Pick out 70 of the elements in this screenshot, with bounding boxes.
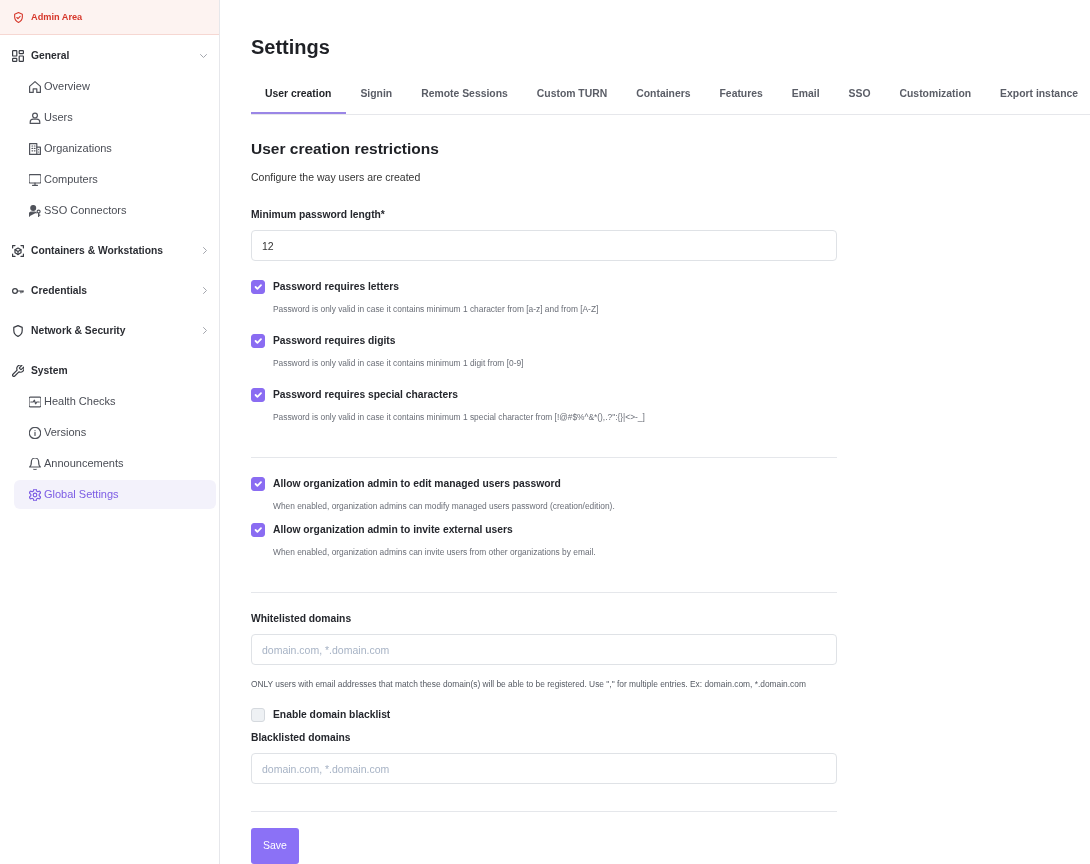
info-icon bbox=[29, 426, 41, 439]
sidebar-item[interactable]: Overview bbox=[14, 72, 216, 101]
grid-icon bbox=[12, 49, 24, 62]
checkbox[interactable] bbox=[251, 477, 265, 491]
checkbox-label: Password requires digits bbox=[273, 334, 397, 348]
admin-area-label: Admin Area bbox=[31, 11, 83, 23]
sidebar-item[interactable]: Users bbox=[14, 103, 216, 132]
checkbox-label: Enable domain blacklist bbox=[273, 708, 391, 722]
tab[interactable]: Custom TURN bbox=[522, 73, 622, 114]
checkbox[interactable] bbox=[251, 523, 265, 537]
checkbox-label: Allow organization admin to invite external users bbox=[273, 523, 514, 537]
bell-icon bbox=[29, 457, 41, 470]
checkbox[interactable] bbox=[251, 334, 265, 348]
tab[interactable]: Containers bbox=[621, 73, 705, 114]
settings-icon bbox=[29, 488, 41, 501]
checkbox-description: Password is only valid in case it contains minimum 1 character from [a-z] and from [A-Z] bbox=[273, 303, 599, 315]
sidebar-section-header[interactable]: Network & Security bbox=[0, 315, 219, 346]
user-key-icon bbox=[29, 204, 41, 217]
field-label: Minimum password length* bbox=[251, 208, 386, 222]
sidebar-item[interactable]: Computers bbox=[14, 165, 216, 194]
sidebar-item[interactable]: Global Settings bbox=[14, 480, 216, 509]
shield-check-icon bbox=[13, 11, 24, 23]
input-field[interactable]: domain.com, *.domain.com bbox=[251, 634, 837, 665]
sidebar-section-header[interactable]: General bbox=[0, 40, 219, 71]
user-icon bbox=[29, 111, 41, 124]
sidebar-item[interactable]: Organizations bbox=[14, 134, 216, 163]
tab[interactable]: SSO bbox=[834, 73, 885, 114]
tab[interactable]: Signin bbox=[345, 73, 407, 114]
save-button[interactable]: Save bbox=[251, 828, 299, 864]
tab[interactable]: Customization bbox=[885, 73, 986, 114]
sidebar-section-header[interactable]: Credentials bbox=[0, 275, 219, 306]
home-icon bbox=[29, 80, 41, 93]
tab[interactable]: User creation bbox=[251, 73, 346, 114]
chevron-right-icon[interactable] bbox=[203, 247, 207, 254]
sidebar-section-header[interactable]: System bbox=[0, 355, 219, 386]
checkbox-label: Allow organization admin to edit managed users password bbox=[273, 477, 562, 491]
checkbox-description: When enabled, organization admins can modify managed users password (creation/edition). bbox=[273, 500, 615, 512]
checkbox-description: Password is only valid in case it contains minimum 1 special character from [!@#$%^&*(),.?":{}|<>-_] bbox=[273, 411, 645, 423]
input-field[interactable]: domain.com, *.domain.com bbox=[251, 753, 837, 784]
monitor-icon bbox=[29, 173, 41, 186]
wrench-icon bbox=[12, 364, 24, 377]
tab[interactable]: Email bbox=[777, 73, 835, 114]
sidebar-section-header[interactable]: Containers & Workstations bbox=[0, 235, 219, 266]
field-label: Blacklisted domains bbox=[251, 731, 352, 745]
sidebar-item[interactable]: SSO Connectors bbox=[14, 196, 216, 225]
building-icon bbox=[29, 142, 41, 155]
checkbox-label: Password requires special characters bbox=[273, 388, 459, 402]
pulse-icon bbox=[29, 395, 41, 408]
tab[interactable]: Export instance bbox=[985, 73, 1090, 114]
sidebar-item[interactable]: Health Checks bbox=[14, 387, 216, 416]
checkbox-description: When enabled, organization admins can invite users from other organizations by email. bbox=[273, 546, 596, 558]
chevron-right-icon[interactable] bbox=[203, 327, 207, 334]
checkbox[interactable] bbox=[251, 388, 265, 402]
chevron-down-icon[interactable] bbox=[200, 53, 207, 58]
shield-icon bbox=[12, 324, 24, 337]
page-title: Settings bbox=[251, 35, 331, 60]
section-title: User creation restrictions bbox=[251, 139, 440, 159]
chevron-right-icon[interactable] bbox=[203, 287, 207, 294]
field-label: Whitelisted domains bbox=[251, 612, 353, 626]
help-text: ONLY users with email addresses that match these domain(s) will be able to be registered. Use "," for multiple entries. Ex: domain.com, *.domain.com bbox=[251, 678, 807, 690]
sidebar-item[interactable]: Versions bbox=[14, 418, 216, 447]
checkbox[interactable] bbox=[251, 280, 265, 294]
checkbox-description: Password is only valid in case it contains minimum 1 digit from [0-9] bbox=[273, 357, 524, 369]
tab[interactable]: Features bbox=[705, 73, 778, 114]
cube-icon bbox=[12, 244, 24, 257]
sidebar-item[interactable]: Announcements bbox=[14, 449, 216, 478]
checkbox-label: Password requires letters bbox=[273, 280, 400, 294]
input-field[interactable]: 12 bbox=[251, 230, 837, 261]
section-subtitle: Configure the way users are created bbox=[251, 170, 422, 184]
tab[interactable]: Remote Sessions bbox=[406, 73, 523, 114]
